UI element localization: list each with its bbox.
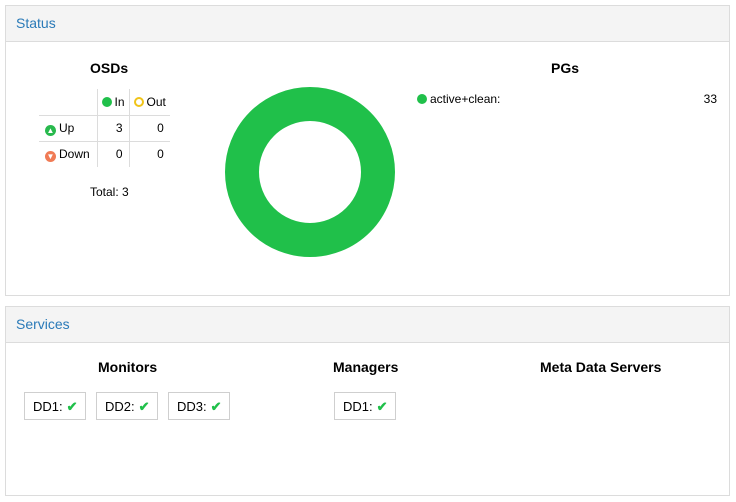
services-panel: Services Monitors Managers Meta Data Ser… [5, 306, 730, 496]
osds-title: OSDs [90, 60, 129, 76]
status-panel-title: Status [6, 6, 729, 42]
arrow-down-circle-icon: ▼ [45, 150, 56, 162]
osd-total: Total: 3 [90, 185, 129, 199]
osd-table: In Out ▲ Up 3 0 ▼ Down 0 0 [39, 89, 170, 167]
osd-col-out-label: Out [146, 94, 166, 109]
pg-donut-chart [225, 87, 395, 257]
status-panel: Status OSDs In Out ▲Up 3 0 ▼Down 0 0 T [5, 5, 730, 296]
osd-down-out-value: 0 [128, 140, 170, 167]
active-clean-dot-icon [417, 94, 427, 104]
osd-col-in: In [96, 89, 130, 115]
monitor-chip[interactable]: DD2: ✔ [96, 392, 158, 420]
services-panel-title: Services [6, 307, 729, 343]
arrow-up-circle-icon: ▲ [45, 124, 56, 136]
osd-up-out-value: 0 [128, 114, 170, 141]
managers-title: Managers [333, 359, 399, 375]
check-icon: ✔ [138, 399, 150, 414]
check-icon: ✔ [66, 399, 78, 414]
manager-chip-label: DD1: [343, 399, 373, 414]
osd-col-in-label: In [114, 94, 125, 109]
osd-header-corner [39, 89, 97, 115]
out-ring-icon [133, 96, 144, 107]
in-dot-icon [101, 96, 112, 107]
osd-down-in-value: 0 [96, 140, 130, 167]
osd-col-out: Out [128, 89, 170, 115]
osd-row-up: ▲ Up 3 0 [39, 114, 170, 141]
monitor-chip[interactable]: DD3: ✔ [168, 392, 230, 420]
osd-table-header: In Out [39, 89, 170, 115]
pg-legend-item: active+clean: 33 [417, 92, 717, 106]
monitors-title: Monitors [98, 359, 158, 375]
osd-row-down-label: Down [59, 146, 90, 161]
pgs-title: PGs [551, 60, 580, 76]
osd-up-in-value: 3 [96, 114, 130, 141]
manager-chip[interactable]: DD1: ✔ [334, 392, 396, 420]
osd-row-down: ▼ Down 0 0 [39, 140, 170, 167]
pg-legend-label: active+clean: [430, 92, 501, 106]
osd-row-up-header: ▲ Up [39, 114, 97, 141]
pg-legend-value: 33 [703, 92, 717, 106]
monitor-chip-label: DD1: [33, 399, 63, 414]
mds-title: Meta Data Servers [540, 359, 662, 375]
osd-row-up-label: Up [59, 120, 75, 135]
monitor-chip-label: DD2: [105, 399, 135, 414]
osd-row-down-header: ▼ Down [39, 140, 97, 167]
check-icon: ✔ [210, 399, 222, 414]
monitor-chip-label: DD3: [177, 399, 207, 414]
check-icon: ✔ [376, 399, 388, 414]
monitor-chip[interactable]: DD1: ✔ [24, 392, 86, 420]
donut-slice-active+clean [225, 87, 395, 257]
